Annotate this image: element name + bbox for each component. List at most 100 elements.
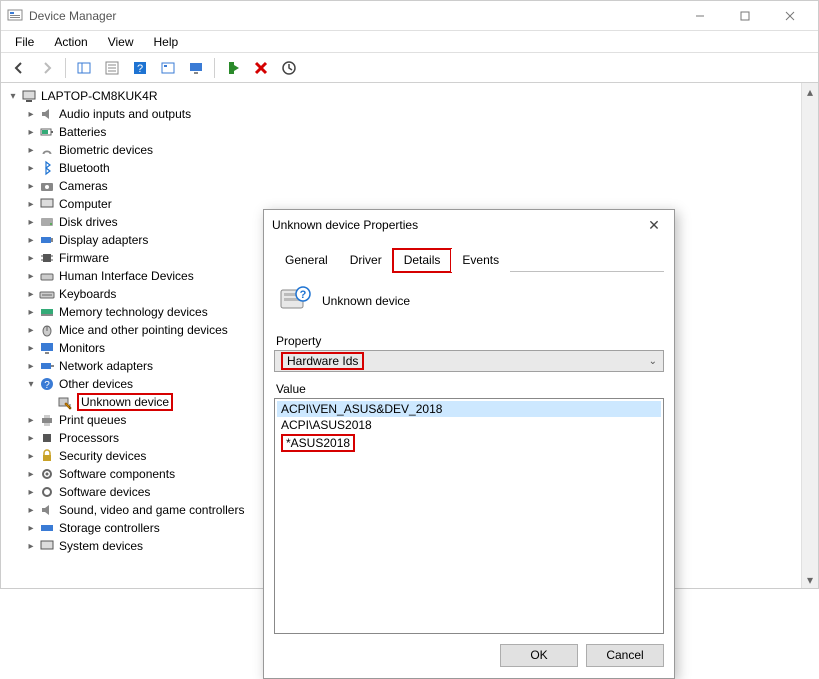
- toolbar: ?: [1, 53, 818, 83]
- forward-button[interactable]: [35, 57, 59, 79]
- help-button[interactable]: ?: [128, 57, 152, 79]
- computer-icon: [21, 88, 37, 104]
- chevron-right-icon[interactable]: ▸: [25, 162, 37, 174]
- svg-text:?: ?: [44, 380, 50, 391]
- uninstall-device-button[interactable]: [249, 57, 273, 79]
- chevron-down-icon: ⌄: [649, 356, 657, 367]
- scroll-down-icon[interactable]: ▾: [802, 571, 818, 588]
- menu-action[interactable]: Action: [44, 33, 97, 51]
- speaker-icon: [39, 502, 55, 518]
- gear-icon: [39, 466, 55, 482]
- svg-text:!: !: [69, 404, 71, 410]
- chevron-right-icon[interactable]: ▸: [25, 144, 37, 156]
- chevron-right-icon[interactable]: ▸: [25, 504, 37, 516]
- menu-help[interactable]: Help: [144, 33, 189, 51]
- bluetooth-icon: [39, 160, 55, 176]
- svg-text:?: ?: [300, 289, 307, 301]
- tree-item-batteries[interactable]: ▸Batteries: [25, 123, 817, 141]
- chevron-right-icon[interactable]: ▸: [25, 540, 37, 552]
- update-driver-button[interactable]: [277, 57, 301, 79]
- property-dropdown-value: Hardware Ids: [281, 352, 364, 370]
- chevron-right-icon[interactable]: ▸: [25, 414, 37, 426]
- value-row[interactable]: ACPI\ASUS2018: [277, 417, 661, 433]
- chevron-right-icon[interactable]: ▸: [25, 450, 37, 462]
- value-row[interactable]: *ASUS2018: [277, 433, 661, 453]
- chevron-right-icon[interactable]: ▸: [25, 432, 37, 444]
- tree-item-audio[interactable]: ▸Audio inputs and outputs: [25, 105, 817, 123]
- tree-root[interactable]: ▾ LAPTOP-CM8KUK4R: [7, 87, 817, 105]
- gear-icon: [39, 484, 55, 500]
- tab-general[interactable]: General: [274, 249, 339, 272]
- svg-text:?: ?: [137, 63, 143, 75]
- vertical-scrollbar[interactable]: ▴ ▾: [801, 83, 818, 588]
- speaker-icon: [39, 106, 55, 122]
- tab-events[interactable]: Events: [451, 249, 510, 272]
- tab-details[interactable]: Details: [393, 249, 452, 272]
- chevron-right-icon[interactable]: ▸: [25, 108, 37, 120]
- fingerprint-icon: [39, 142, 55, 158]
- ok-button[interactable]: OK: [500, 644, 578, 667]
- question-icon: ?: [39, 376, 55, 392]
- show-hide-tree-button[interactable]: [72, 57, 96, 79]
- tree-item-bluetooth[interactable]: ▸Bluetooth: [25, 159, 817, 177]
- warning-device-icon: !: [57, 394, 73, 410]
- titlebar: Device Manager: [1, 1, 818, 31]
- tree-item-cameras[interactable]: ▸Cameras: [25, 177, 817, 195]
- value-row[interactable]: ACPI\VEN_ASUS&DEV_2018: [277, 401, 661, 417]
- dialog-close-button[interactable]: ✕: [642, 217, 666, 234]
- chevron-right-icon[interactable]: ▸: [25, 468, 37, 480]
- monitor-icon: [39, 340, 55, 356]
- chevron-right-icon[interactable]: ▸: [25, 486, 37, 498]
- maximize-button[interactable]: [722, 2, 767, 30]
- chevron-right-icon[interactable]: ▸: [25, 342, 37, 354]
- menu-file[interactable]: File: [5, 33, 44, 51]
- computer-icon: [39, 196, 55, 212]
- chevron-right-icon[interactable]: ▸: [25, 216, 37, 228]
- enable-device-button[interactable]: [221, 57, 245, 79]
- close-button[interactable]: [767, 2, 812, 30]
- chevron-right-icon[interactable]: ▸: [25, 234, 37, 246]
- scan-hardware-button[interactable]: [156, 57, 180, 79]
- device-name: Unknown device: [322, 294, 410, 308]
- value-listbox[interactable]: ACPI\VEN_ASUS&DEV_2018 ACPI\ASUS2018 *AS…: [274, 398, 664, 634]
- properties-button[interactable]: [100, 57, 124, 79]
- value-label: Value: [276, 382, 664, 396]
- window-title: Device Manager: [29, 9, 677, 23]
- scroll-up-icon[interactable]: ▴: [802, 83, 818, 100]
- chip-icon: [39, 250, 55, 266]
- computer-icon: [39, 538, 55, 554]
- chevron-right-icon[interactable]: ▸: [25, 306, 37, 318]
- chevron-right-icon[interactable]: ▸: [25, 288, 37, 300]
- tab-driver[interactable]: Driver: [339, 249, 393, 272]
- chevron-right-icon[interactable]: ▸: [25, 252, 37, 264]
- menu-view[interactable]: View: [98, 33, 144, 51]
- chevron-down-icon[interactable]: ▾: [7, 90, 19, 102]
- property-dropdown[interactable]: Hardware Ids ⌄: [274, 350, 664, 372]
- chevron-right-icon[interactable]: ▸: [25, 324, 37, 336]
- memory-icon: [39, 304, 55, 320]
- chevron-down-icon[interactable]: ▾: [25, 378, 37, 390]
- printer-icon: [39, 412, 55, 428]
- hid-icon: [39, 268, 55, 284]
- dialog-tabs: General Driver Details Events: [274, 248, 664, 272]
- app-icon: [7, 8, 23, 24]
- chevron-right-icon[interactable]: ▸: [25, 270, 37, 282]
- monitor-icon[interactable]: [184, 57, 208, 79]
- camera-icon: [39, 178, 55, 194]
- cancel-button[interactable]: Cancel: [586, 644, 664, 667]
- chevron-right-icon[interactable]: ▸: [25, 126, 37, 138]
- chevron-right-icon[interactable]: ▸: [25, 180, 37, 192]
- network-icon: [39, 358, 55, 374]
- storage-icon: [39, 520, 55, 536]
- dialog-titlebar[interactable]: Unknown device Properties ✕: [264, 210, 674, 240]
- properties-dialog: Unknown device Properties ✕ General Driv…: [263, 209, 675, 679]
- property-label: Property: [276, 334, 664, 348]
- tree-item-biometric[interactable]: ▸Biometric devices: [25, 141, 817, 159]
- chevron-right-icon[interactable]: ▸: [25, 360, 37, 372]
- chevron-right-icon[interactable]: ▸: [25, 198, 37, 210]
- chevron-right-icon[interactable]: ▸: [25, 522, 37, 534]
- minimize-button[interactable]: [677, 2, 722, 30]
- back-button[interactable]: [7, 57, 31, 79]
- battery-icon: [39, 124, 55, 140]
- cpu-icon: [39, 430, 55, 446]
